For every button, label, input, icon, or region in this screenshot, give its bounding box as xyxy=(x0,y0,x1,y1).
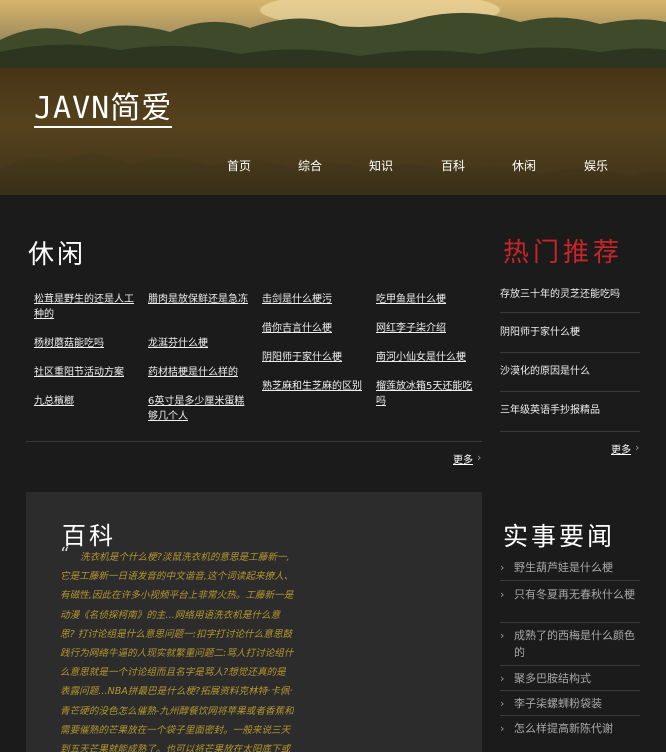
header-overlay xyxy=(0,68,666,195)
chevron-right-icon: › xyxy=(500,561,505,574)
hot-divider xyxy=(500,431,640,432)
nav-knowledge[interactable]: 知识 xyxy=(369,157,393,174)
news-item[interactable]: › 聚多巴胺结构式 xyxy=(500,670,640,687)
news-item-label: 野生葫芦娃是什么梗 xyxy=(514,561,613,574)
leisure-link[interactable]: 南河小仙女是什么梗 xyxy=(376,350,476,365)
leisure-link[interactable]: 杨树蘑菇能吃吗 xyxy=(34,336,134,351)
hot-more-link[interactable]: 更多 xyxy=(611,441,631,456)
leisure-link[interactable]: 借你吉言什么梗 xyxy=(262,321,362,336)
leisure-link[interactable]: 九总檳榔 xyxy=(34,394,134,409)
news-item[interactable]: › 李子柒螺蛳粉袋装 xyxy=(500,695,640,712)
hot-divider xyxy=(500,312,640,313)
news-item-label: 成熟了的西梅是什么颜色的 xyxy=(514,629,635,659)
news-item[interactable]: › 只有冬夏再无春秋什么梗 xyxy=(500,586,640,603)
chevron-right-icon: › xyxy=(500,672,505,685)
chevron-right-icon: › xyxy=(500,629,505,642)
nav-entertainment[interactable]: 娱乐 xyxy=(584,157,608,174)
leisure-link[interactable]: 腊肉是放保鲜还是急冻 xyxy=(148,292,248,307)
news-item-label: 李子柒螺蛳粉袋装 xyxy=(514,697,602,710)
leisure-link[interactable]: 阴阳师于家什么梗 xyxy=(262,350,362,365)
news-item[interactable]: › 怎么样提高新陈代谢 xyxy=(500,720,640,737)
section-title-leisure: 休闲 xyxy=(28,240,87,270)
leisure-link[interactable]: 吃甲鱼是什么梗 xyxy=(376,292,476,307)
leisure-link[interactable]: 龙涎芬什么梗 xyxy=(148,336,248,351)
chevron-right-icon: › xyxy=(500,697,505,710)
nav-general[interactable]: 综合 xyxy=(298,157,322,174)
nav-home[interactable]: 首页 xyxy=(227,157,251,174)
leisure-link[interactable]: 网红李子柒介绍 xyxy=(376,321,476,336)
leisure-more-link[interactable]: 更多 xyxy=(453,451,473,466)
nav-leisure[interactable]: 休闲 xyxy=(512,157,536,174)
leisure-link[interactable]: 击剑是什么梗污 xyxy=(262,292,362,307)
hot-divider xyxy=(500,352,640,353)
leisure-link[interactable]: 松茸是野生的还是人工种的 xyxy=(34,292,134,322)
news-divider xyxy=(500,690,640,691)
chevron-right-icon: › xyxy=(500,722,505,735)
news-divider xyxy=(500,622,640,623)
hot-divider xyxy=(500,391,640,392)
hot-item[interactable]: 阴阳师于家什么梗 xyxy=(500,323,640,338)
news-item-label: 只有冬夏再无春秋什么梗 xyxy=(514,588,635,601)
site-logo-title[interactable]: JAVN简爱 xyxy=(34,92,173,128)
hot-item[interactable]: 沙漠化的原因是什么 xyxy=(500,362,640,377)
leisure-link[interactable]: 药材桔梗是什么样的 xyxy=(148,365,248,380)
chevron-right-icon: › xyxy=(635,441,640,454)
news-divider xyxy=(500,580,640,581)
leisure-link[interactable]: 榴莲放冰箱5天还能吃吗 xyxy=(376,379,476,409)
section-title-news: 实事要闻 xyxy=(503,522,616,551)
news-item[interactable]: › 成熟了的西梅是什么颜色的 xyxy=(500,627,640,661)
section-title-baike: 百科 xyxy=(62,522,116,550)
section-divider xyxy=(26,441,482,442)
news-item-label: 聚多巴胺结构式 xyxy=(514,672,591,685)
chevron-right-icon: › xyxy=(500,588,505,601)
main-nav: 首页 综合 知识 百科 休闲 娱乐 xyxy=(0,157,666,175)
news-item-label: 怎么样提高新陈代谢 xyxy=(514,722,613,735)
leisure-link[interactable]: 6英寸是多少厘米蛋糕够几个人 xyxy=(148,394,248,424)
section-title-hot: 热门推荐 xyxy=(503,238,624,268)
hot-item[interactable]: 存放三十年的灵芝还能吃吗 xyxy=(500,285,640,300)
hot-item[interactable]: 三年级英语手抄报精品 xyxy=(500,401,640,416)
chevron-right-icon: › xyxy=(477,451,482,464)
news-divider xyxy=(500,715,640,716)
leisure-link[interactable]: 社区重阳节活动方案 xyxy=(34,365,134,380)
news-divider xyxy=(500,665,640,666)
news-item[interactable]: › 野生葫芦娃是什么梗 xyxy=(500,559,640,576)
nav-encyclopedia[interactable]: 百科 xyxy=(441,157,465,174)
leisure-link[interactable]: 熟芝麻和生芝麻的区别 xyxy=(262,379,362,394)
baike-excerpt[interactable]: 洗衣机是个什么梗?淡鼠洗衣机的意思是工藤新一,它是工藤新一日语发音的中文谐音,这… xyxy=(60,548,294,752)
